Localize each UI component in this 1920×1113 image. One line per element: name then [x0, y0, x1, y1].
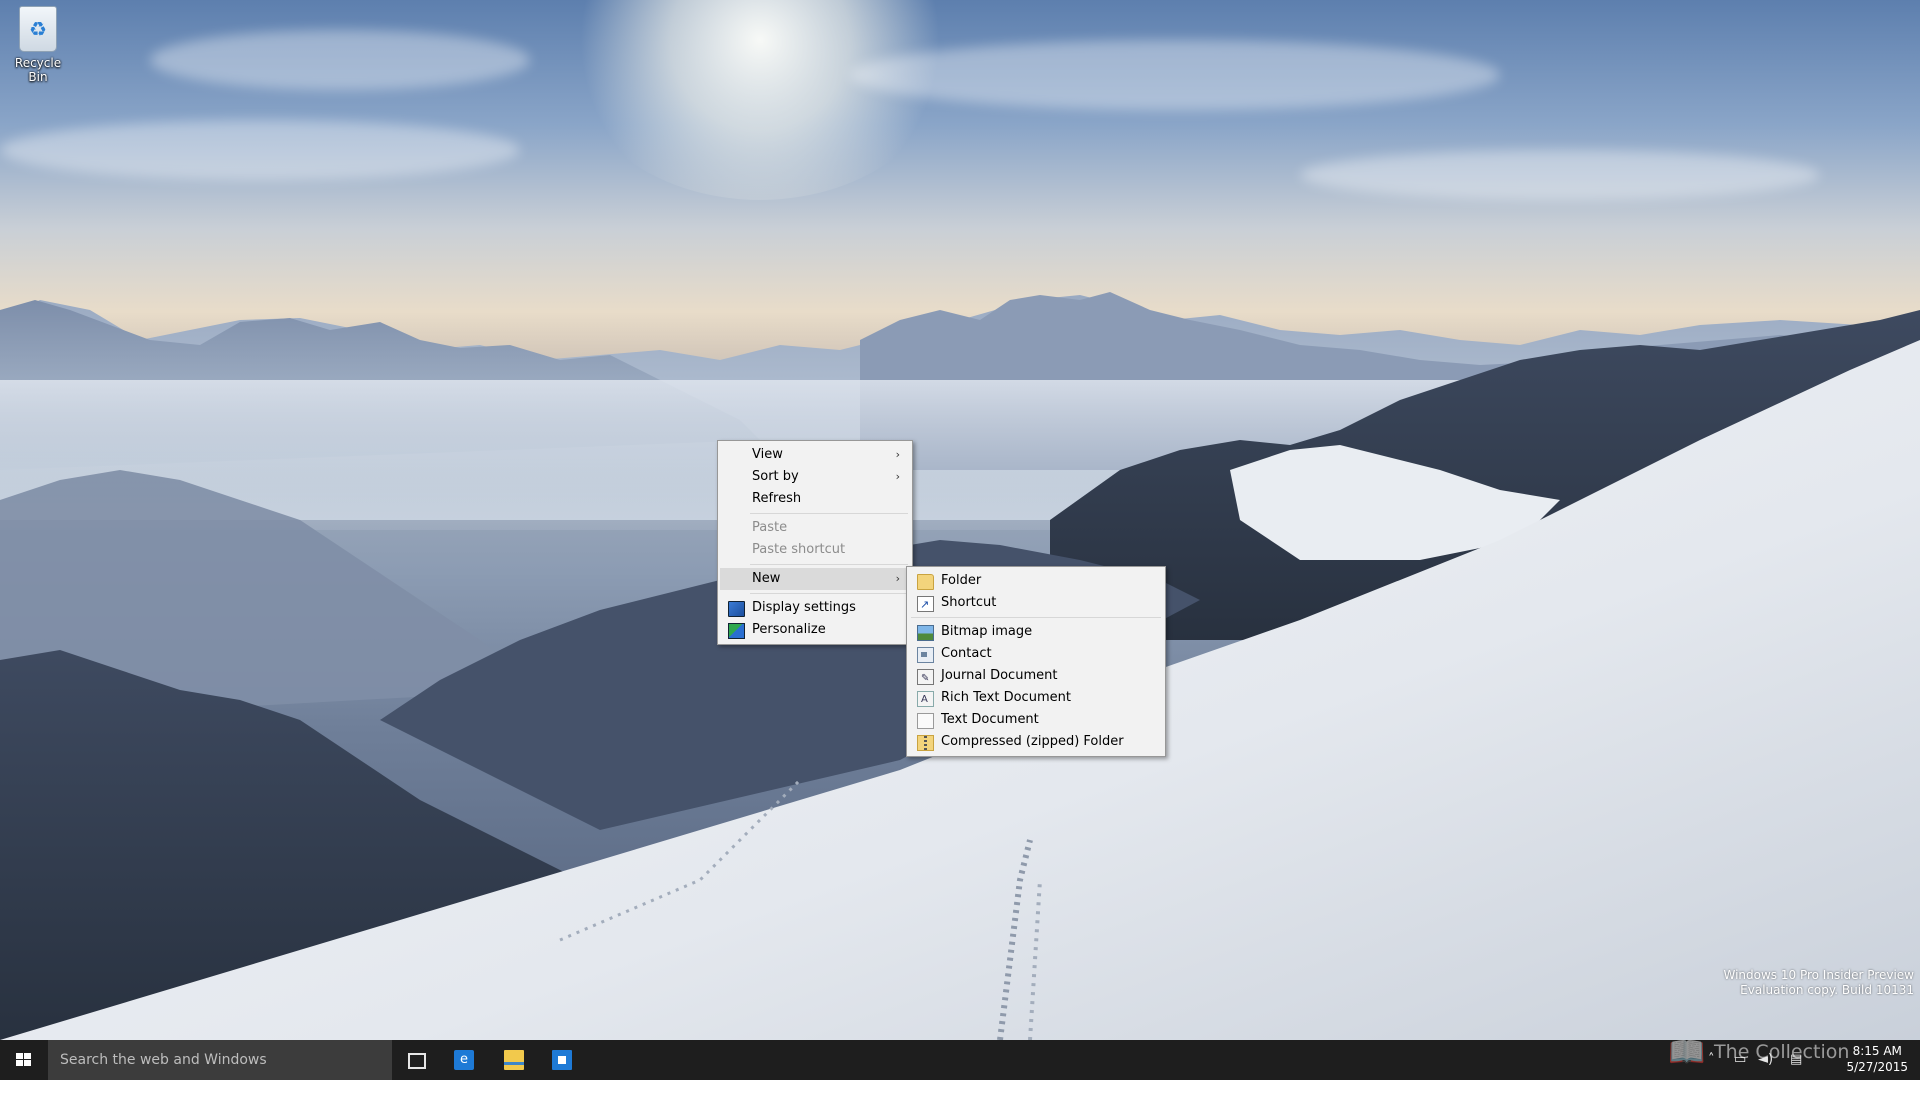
- watermark-build: Evaluation copy. Build 10131: [1740, 983, 1914, 997]
- desktop-wallpaper[interactable]: Recycle Bin View › Sort by › Refresh Pas…: [0, 0, 1920, 1040]
- submenu-item-text-document[interactable]: Text Document: [909, 709, 1163, 731]
- store-icon: [552, 1050, 572, 1070]
- menu-item-label: Display settings: [752, 600, 856, 615]
- menu-item-label: Paste shortcut: [752, 542, 846, 557]
- book-logo-icon: 📖: [1668, 1034, 1706, 1070]
- menu-item-label: Personalize: [752, 622, 826, 637]
- contact-icon: [917, 647, 934, 663]
- menu-separator: [750, 564, 908, 565]
- menu-item-sort-by[interactable]: Sort by ›: [720, 466, 910, 488]
- text-document-icon: [917, 713, 934, 729]
- recycle-bin-label: Recycle Bin: [14, 56, 62, 84]
- collection-book-watermark: 📖 The Collection Book: [1668, 1032, 1898, 1104]
- taskbar: Search the web and Windows e ˄ ▭ ◄) ▤ 8:…: [0, 1040, 1920, 1080]
- watermark-edition: Windows 10 Pro Insider Preview: [1723, 968, 1914, 982]
- journal-icon: [917, 668, 934, 690]
- submenu-item-journal-document[interactable]: Journal Document: [909, 665, 1163, 690]
- rich-text-icon: [917, 689, 934, 711]
- menu-item-new[interactable]: New ›: [720, 568, 910, 590]
- menu-separator: [750, 513, 908, 514]
- recycle-bin-shortcut[interactable]: Recycle Bin: [4, 6, 72, 84]
- display-settings-icon: [728, 601, 745, 617]
- menu-item-label: Refresh: [752, 491, 802, 506]
- menu-item-label: Rich Text Document: [941, 690, 1071, 705]
- menu-item-personalize[interactable]: Personalize: [720, 619, 910, 641]
- folder-icon: [917, 574, 934, 590]
- menu-separator: [750, 593, 908, 594]
- submenu-item-compressed-folder[interactable]: Compressed (zipped) Folder: [909, 731, 1163, 753]
- task-view-button[interactable]: [392, 1040, 440, 1080]
- menu-item-label: Journal Document: [941, 668, 1058, 683]
- submenu-item-contact[interactable]: Contact: [909, 643, 1163, 665]
- chevron-right-icon: ›: [895, 572, 900, 585]
- shortcut-icon: [917, 594, 934, 616]
- file-explorer-icon: [504, 1050, 524, 1070]
- menu-item-refresh[interactable]: Refresh: [720, 488, 910, 510]
- recycle-bin-icon: [19, 6, 57, 52]
- edge-icon: e: [454, 1050, 474, 1070]
- menu-item-label: Sort by: [752, 469, 799, 484]
- menu-separator: [911, 617, 1161, 618]
- submenu-item-folder[interactable]: Folder: [909, 570, 1163, 592]
- menu-item-label: Contact: [941, 646, 992, 661]
- task-view-icon: [408, 1053, 426, 1069]
- windows-logo-icon: [16, 1053, 32, 1067]
- new-submenu: Folder Shortcut Bitmap image Contact Jou…: [906, 566, 1166, 757]
- edge-button[interactable]: e: [440, 1040, 488, 1080]
- menu-item-paste[interactable]: Paste: [720, 517, 910, 539]
- menu-item-label: Bitmap image: [941, 624, 1033, 639]
- file-explorer-button[interactable]: [490, 1040, 538, 1080]
- menu-item-label: New: [752, 571, 781, 586]
- zip-folder-icon: [917, 735, 934, 751]
- menu-item-view[interactable]: View ›: [720, 444, 910, 466]
- menu-item-label: Compressed (zipped) Folder: [941, 734, 1124, 749]
- build-watermark: Windows 10 Pro Insider Preview Evaluatio…: [1723, 968, 1914, 998]
- menu-item-label: View: [752, 447, 783, 462]
- menu-item-label: Paste: [752, 520, 788, 535]
- menu-item-label: Folder: [941, 573, 982, 588]
- personalize-icon: [728, 623, 745, 639]
- menu-item-paste-shortcut[interactable]: Paste shortcut: [720, 539, 910, 561]
- search-input[interactable]: Search the web and Windows: [48, 1040, 392, 1080]
- mountain-landscape: [0, 292, 1920, 1040]
- menu-item-display-settings[interactable]: Display settings: [720, 597, 910, 619]
- start-button[interactable]: [0, 1040, 48, 1080]
- store-button[interactable]: [538, 1040, 586, 1080]
- bitmap-icon: [917, 625, 934, 641]
- menu-item-label: Text Document: [941, 712, 1039, 727]
- desktop-context-menu: View › Sort by › Refresh Paste Paste sho…: [717, 440, 913, 645]
- submenu-item-bitmap-image[interactable]: Bitmap image: [909, 621, 1163, 643]
- chevron-right-icon: ›: [895, 470, 900, 483]
- menu-item-label: Shortcut: [941, 595, 997, 610]
- chevron-right-icon: ›: [895, 448, 900, 461]
- submenu-item-rich-text-document[interactable]: Rich Text Document: [909, 687, 1163, 711]
- submenu-item-shortcut[interactable]: Shortcut: [909, 592, 1163, 616]
